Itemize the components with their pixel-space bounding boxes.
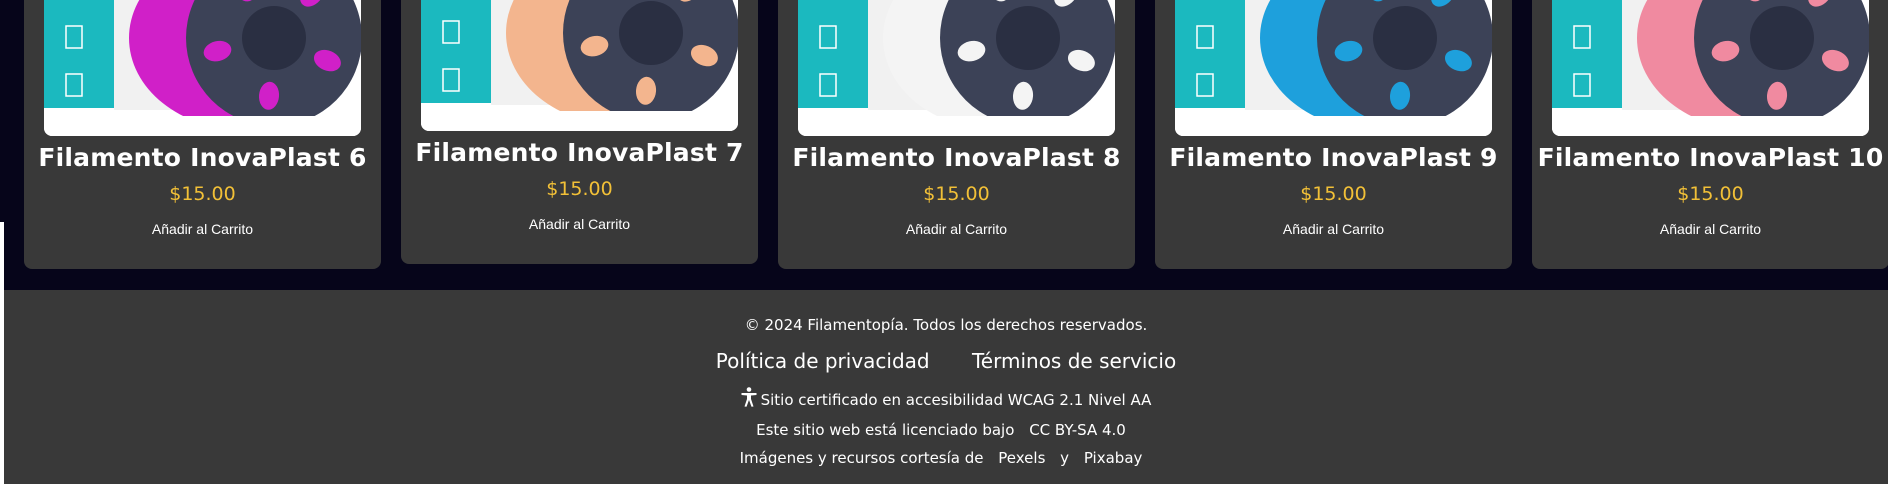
product-card: Filamento InovaPlast 6 $15.00 Añadir al …: [24, 0, 381, 269]
product-price: $15.00: [1300, 183, 1367, 205]
product-title: Filamento InovaPlast 9: [1169, 143, 1498, 172]
accessibility-note: Sitio certificado en accesibilidad WCAG …: [4, 387, 1888, 411]
add-to-cart-button[interactable]: Añadir al Carrito: [900, 219, 1013, 239]
terms-of-service-link[interactable]: Términos de servicio: [972, 349, 1176, 373]
and-text: y: [1060, 449, 1070, 467]
product-title: Filamento InovaPlast 7: [415, 138, 744, 167]
spool-illustration: [44, 0, 361, 136]
add-to-cart-button[interactable]: Añadir al Carrito: [523, 214, 636, 234]
license-text: Este sitio web está licenciado bajo: [756, 421, 1015, 439]
spool-illustration: [1175, 0, 1492, 136]
add-to-cart-button[interactable]: Añadir al Carrito: [146, 219, 259, 239]
spool-illustration: [421, 0, 738, 131]
resources-text: Imágenes y recursos cortesía de: [739, 449, 984, 467]
pixabay-link[interactable]: Pixabay: [1084, 449, 1143, 467]
product-title: Filamento InovaPlast 10: [1537, 143, 1884, 172]
accessibility-text: Sitio certificado en accesibilidad WCAG …: [760, 391, 1152, 409]
add-to-cart-button[interactable]: Añadir al Carrito: [1654, 219, 1767, 239]
spool-illustration: [798, 0, 1115, 136]
product-card: Filamento InovaPlast 9 $15.00 Añadir al …: [1155, 0, 1512, 269]
license-line: Este sitio web está licenciado bajo CC B…: [4, 421, 1888, 439]
product-image[interactable]: [1552, 0, 1869, 136]
product-card: Filamento InovaPlast 7 $15.00 Añadir al …: [401, 0, 758, 264]
site-footer: © 2024 Filamentopía. Todos los derechos …: [4, 290, 1888, 484]
add-to-cart-button[interactable]: Añadir al Carrito: [1277, 219, 1390, 239]
product-card: Filamento InovaPlast 8 $15.00 Añadir al …: [778, 0, 1135, 269]
spool-illustration: [1552, 0, 1869, 136]
accessibility-icon: [741, 387, 757, 411]
product-price: $15.00: [1677, 183, 1744, 205]
product-image[interactable]: [1175, 0, 1492, 136]
pexels-link[interactable]: Pexels: [998, 449, 1045, 467]
product-price: $15.00: [169, 183, 236, 205]
privacy-policy-link[interactable]: Política de privacidad: [716, 349, 930, 373]
footer-links: Política de privacidad Términos de servi…: [4, 349, 1888, 373]
product-image[interactable]: [44, 0, 361, 136]
product-price: $15.00: [546, 178, 613, 200]
product-image[interactable]: [421, 0, 738, 131]
product-title: Filamento InovaPlast 8: [792, 143, 1121, 172]
license-link[interactable]: CC BY-SA 4.0: [1029, 421, 1126, 439]
product-image[interactable]: [798, 0, 1115, 136]
product-title: Filamento InovaPlast 6: [38, 143, 367, 172]
copyright-text: © 2024 Filamentopía. Todos los derechos …: [744, 316, 1148, 334]
product-price: $15.00: [923, 183, 990, 205]
product-grid: Filamento InovaPlast 6 $15.00 Añadir al …: [0, 0, 1888, 290]
resources-credit: Imágenes y recursos cortesía de Pexels y…: [4, 449, 1888, 467]
product-card: Filamento InovaPlast 10 $15.00 Añadir al…: [1532, 0, 1888, 269]
